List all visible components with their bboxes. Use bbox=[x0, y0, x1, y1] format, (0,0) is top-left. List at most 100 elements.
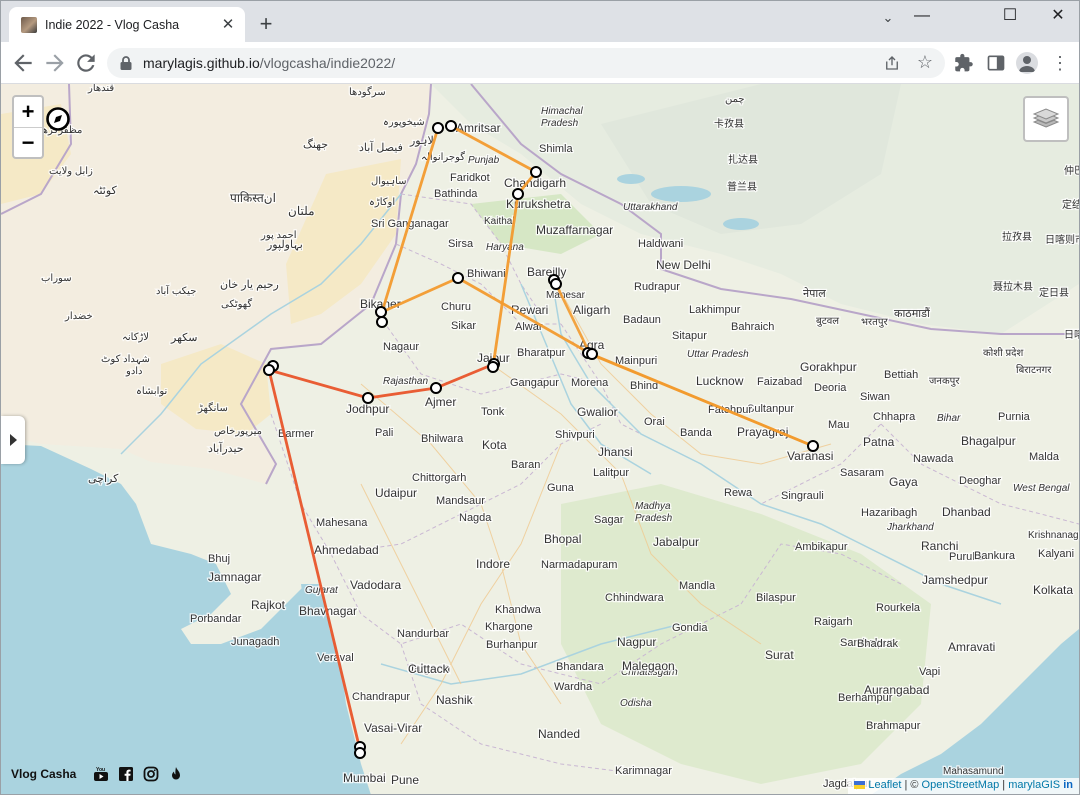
map-label: Chhindwara bbox=[605, 592, 665, 604]
marker-lahore[interactable] bbox=[432, 122, 444, 134]
browser-toolbar: marylagis.github.io/vlogcasha/indie2022/… bbox=[1, 42, 1079, 84]
map-label: Siwan bbox=[860, 391, 890, 403]
brand-name: Vlog Casha bbox=[11, 767, 77, 781]
map-label: سوراب bbox=[41, 273, 72, 284]
attribution-separator-2: | bbox=[999, 779, 1009, 791]
marker-jaipur-2[interactable] bbox=[487, 361, 499, 373]
map-label: Hazaribagh bbox=[861, 507, 917, 519]
map-label: Jamnagar bbox=[208, 570, 261, 584]
map-label: Bhind bbox=[630, 380, 658, 392]
marker-jaisalmer-2[interactable] bbox=[263, 364, 275, 376]
tab-favicon-icon bbox=[21, 16, 37, 33]
map-label: Bhilwara bbox=[421, 433, 464, 445]
map-label: भरतपुर bbox=[861, 317, 889, 328]
layers-control-button[interactable] bbox=[1023, 96, 1069, 142]
compass-locate-icon[interactable] bbox=[45, 106, 71, 132]
marker-agra-2[interactable] bbox=[586, 348, 598, 360]
url-path: /vlogcasha/indie2022/ bbox=[259, 55, 396, 71]
marker-amritsar[interactable] bbox=[445, 120, 457, 132]
map-label: Himachal bbox=[541, 106, 583, 117]
map-label: Mahasamund bbox=[943, 766, 1004, 777]
forward-arrow-icon bbox=[46, 54, 64, 72]
extensions-puzzle-icon[interactable] bbox=[954, 53, 974, 73]
marker-bikaner-2[interactable] bbox=[376, 316, 388, 328]
author-link[interactable]: marylaGIS bbox=[1008, 779, 1060, 791]
map-label: میرپورخاص bbox=[214, 426, 262, 437]
marker-mumbai-2[interactable] bbox=[354, 747, 366, 759]
marker-chandigarh[interactable] bbox=[530, 166, 542, 178]
map-label: Gangapur bbox=[510, 377, 559, 389]
maximize-button[interactable]: ☐ bbox=[987, 5, 1033, 29]
map-label: Rajkot bbox=[251, 598, 286, 612]
marker-bhiwani[interactable] bbox=[452, 272, 464, 284]
tab-search-chevron-icon[interactable]: ⌄ bbox=[877, 7, 899, 29]
map-label: Lucknow bbox=[696, 374, 744, 388]
map-label: Shimla bbox=[539, 143, 574, 155]
map-label: Bankura bbox=[974, 550, 1016, 562]
map-canvas[interactable]: AmritsarShimlaChandigarhPunjabFaridkotBa… bbox=[1, 84, 1079, 795]
zoom-in-button[interactable]: + bbox=[14, 97, 42, 127]
new-tab-button[interactable]: + bbox=[254, 13, 278, 37]
map-label: Bareilly bbox=[527, 265, 566, 279]
marker-kurukshetra[interactable] bbox=[512, 188, 524, 200]
map-label: Sagar bbox=[594, 514, 624, 526]
map-label: Bhuj bbox=[208, 553, 230, 565]
zoom-out-button[interactable]: − bbox=[14, 127, 42, 157]
map-label: Gondia bbox=[672, 622, 708, 634]
leaflet-map[interactable]: Amritsar Shimla Chandigarh Punjab Faridkot Ba… bbox=[1, 84, 1079, 795]
map-label: Raigarh bbox=[814, 616, 853, 628]
active-tab[interactable]: Indie 2022 - Vlog Casha ✕ bbox=[9, 7, 245, 42]
map-label: Junagadh bbox=[231, 636, 279, 648]
side-panel-icon[interactable] bbox=[986, 53, 1006, 73]
map-label: Rewa bbox=[724, 487, 753, 499]
address-bar[interactable]: marylagis.github.io/vlogcasha/indie2022/… bbox=[107, 48, 945, 78]
map-label: Indore bbox=[476, 557, 510, 571]
marker-new-delhi-2[interactable] bbox=[550, 278, 562, 290]
marker-varanasi[interactable] bbox=[807, 440, 819, 452]
map-label: Chandigarh bbox=[504, 176, 566, 190]
map-label: कोशी प्रदेश bbox=[983, 347, 1023, 359]
map-label: Rudrapur bbox=[634, 281, 680, 293]
profile-avatar[interactable] bbox=[1016, 52, 1038, 74]
map-label: قندھار bbox=[87, 84, 114, 94]
lake bbox=[651, 186, 711, 202]
map-label: Aligarh bbox=[573, 303, 610, 317]
map-label: سکھر bbox=[170, 332, 197, 344]
map-label: Chittorgarh bbox=[412, 472, 466, 484]
flame-icon[interactable] bbox=[168, 766, 184, 782]
bookmark-star-icon[interactable]: ☆ bbox=[917, 52, 933, 73]
share-icon[interactable] bbox=[883, 54, 901, 72]
lock-icon[interactable] bbox=[119, 55, 133, 71]
url-host: marylagis.github.io bbox=[143, 55, 260, 71]
forward-button[interactable] bbox=[42, 50, 68, 76]
map-label: سانگھڑ bbox=[197, 402, 228, 414]
map-label: Faridkot bbox=[450, 172, 490, 184]
browser-menu-icon[interactable]: ⋮ bbox=[1051, 51, 1069, 75]
facebook-icon[interactable] bbox=[118, 766, 134, 782]
map-label: کوئٹہ bbox=[93, 185, 118, 197]
map-label: Guna bbox=[547, 482, 575, 494]
marker-ajmer[interactable] bbox=[430, 382, 442, 394]
youtube-icon[interactable]: You bbox=[93, 766, 109, 782]
reload-button[interactable] bbox=[73, 50, 99, 76]
close-window-button[interactable]: ✕ bbox=[1035, 5, 1079, 29]
map-label: Haldwani bbox=[638, 238, 683, 250]
marker-bikaner-1[interactable] bbox=[375, 306, 387, 318]
map-label: Nagaur bbox=[383, 341, 419, 353]
brand-footer: Vlog Casha You bbox=[11, 766, 184, 782]
back-button[interactable] bbox=[10, 50, 36, 76]
map-label: Nawada bbox=[913, 453, 954, 465]
openstreetmap-link[interactable]: OpenStreetMap bbox=[922, 779, 1000, 791]
marker-jodhpur[interactable] bbox=[362, 392, 374, 404]
tab-close-icon[interactable]: ✕ bbox=[219, 16, 237, 34]
sidebar-toggle-button[interactable] bbox=[1, 416, 25, 464]
map-label: Veraval bbox=[317, 652, 354, 664]
instagram-icon[interactable] bbox=[143, 766, 159, 782]
map-label: Jamshedpur bbox=[922, 573, 988, 587]
map-label: Vasai-Virar bbox=[364, 721, 422, 735]
minimize-button[interactable]: — bbox=[899, 5, 945, 29]
map-label: اوکاڑہ bbox=[369, 197, 395, 208]
leaflet-link[interactable]: Leaflet bbox=[868, 779, 901, 791]
linkedin-icon[interactable]: in bbox=[1063, 779, 1073, 791]
map-label: बुटवल bbox=[816, 316, 839, 327]
